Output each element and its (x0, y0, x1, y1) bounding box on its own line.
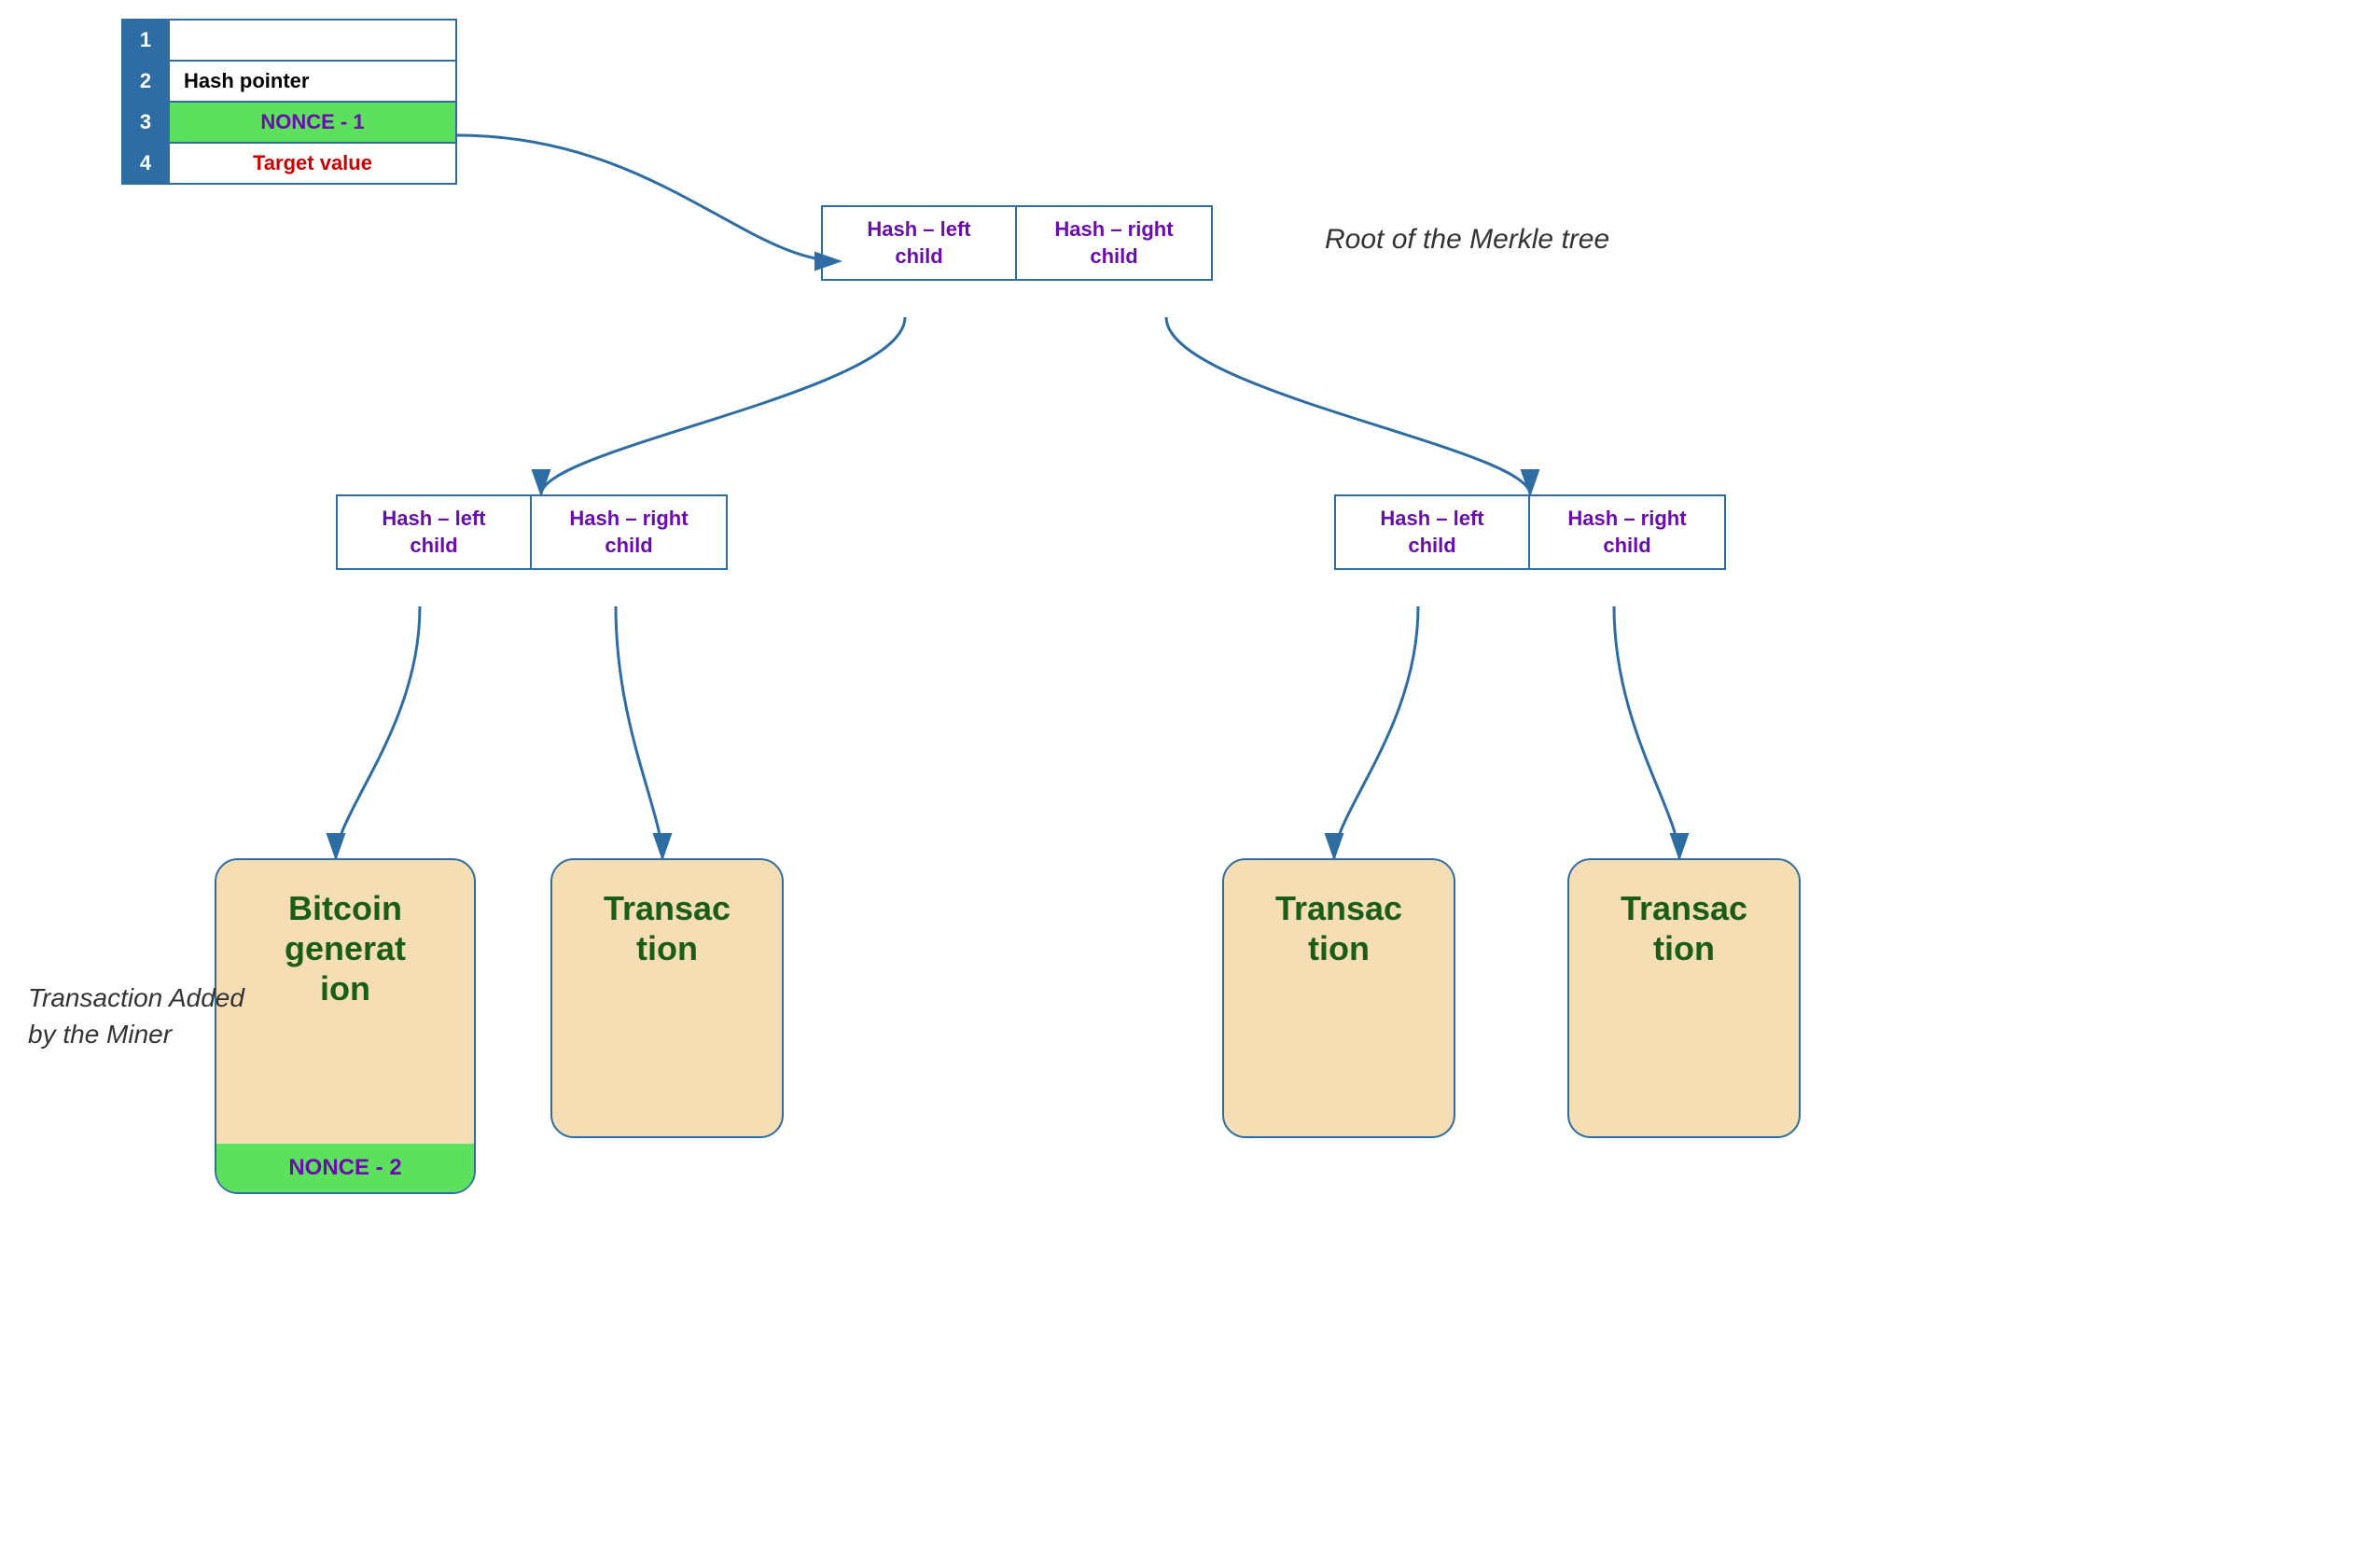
mid-left-node: Hash – leftchild Hash – rightchild (336, 494, 728, 570)
row-num-4: 4 (122, 143, 169, 184)
hash-pointer-label: Hash pointer (169, 61, 456, 102)
block-row-4: 4 Target value (122, 143, 456, 184)
block-header-table: 1 2 Hash pointer 3 NONCE - 1 4 Target va… (121, 19, 457, 185)
mid-right-right-cell: Hash – rightchild (1530, 496, 1724, 568)
row-num-2: 2 (122, 61, 169, 102)
block-row-3: 3 NONCE - 1 (122, 102, 456, 143)
mid-left-left-cell: Hash – leftchild (338, 496, 532, 568)
block-row-1: 1 (122, 20, 456, 61)
mid-left-right-cell: Hash – rightchild (532, 496, 726, 568)
tx-2-text: Transaction (585, 860, 749, 978)
nonce-1-label: NONCE - 1 (169, 102, 456, 143)
tx-box-2: Transaction (550, 858, 784, 1138)
tx-box-4: Transaction (1567, 858, 1801, 1138)
block-row-2: 2 Hash pointer (122, 61, 456, 102)
tx-box-3: Transaction (1222, 858, 1455, 1138)
row-content-1 (169, 20, 456, 61)
row-num-3: 3 (122, 102, 169, 143)
root-right-cell: Hash – rightchild (1017, 207, 1211, 279)
row-num-1: 1 (122, 20, 169, 61)
mid-right-node: Hash – leftchild Hash – rightchild (1334, 494, 1726, 570)
root-label: Root of the Merkle tree (1325, 224, 1609, 256)
tx-4-text: Transaction (1602, 860, 1766, 978)
nonce-2-bar: NONCE - 2 (216, 1144, 474, 1192)
mid-right-left-cell: Hash – leftchild (1336, 496, 1530, 568)
target-value-label: Target value (169, 143, 456, 184)
tx-3-text: Transaction (1257, 860, 1421, 978)
miner-label: Transaction Addedby the Miner (28, 980, 244, 1052)
root-left-cell: Hash – leftchild (823, 207, 1017, 279)
tx-bitcoin-generation: Bitcoingeneration NONCE - 2 (215, 858, 476, 1194)
tx-bitcoin-text: Bitcoingeneration (266, 860, 425, 1019)
root-node: Hash – leftchild Hash – rightchild (821, 205, 1213, 281)
